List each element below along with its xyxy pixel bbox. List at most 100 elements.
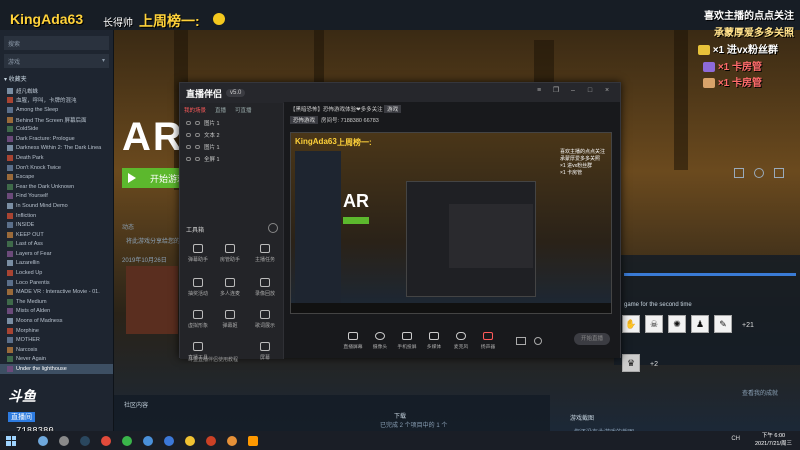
system-clock[interactable]: 下午 6:00 2021/7/21/周三 <box>755 432 792 448</box>
tab-available[interactable]: 可直播 <box>235 106 252 114</box>
game-list-item[interactable]: Loco Parentis <box>0 278 113 288</box>
lock-icon[interactable] <box>195 145 200 149</box>
game-list-item[interactable]: In Sound Mind Demo <box>0 201 113 211</box>
app-icon[interactable] <box>143 435 153 446</box>
source-item[interactable]: 图片 1 <box>180 117 283 129</box>
favorite-icon[interactable] <box>774 168 784 178</box>
wechat-icon[interactable] <box>122 435 132 446</box>
achievement-icon[interactable]: ✋ <box>622 315 640 333</box>
game-list-item[interactable]: Fear the Dark Unknown <box>0 182 113 192</box>
game-list-item[interactable]: Infliction <box>0 211 113 221</box>
window-maximize-icon[interactable]: □ <box>586 87 594 95</box>
tool-lyrics[interactable]: 歌词展示 <box>250 310 280 329</box>
menu-icon[interactable]: ≡ <box>535 87 543 95</box>
steam-icon[interactable] <box>80 435 90 446</box>
tool-tasks[interactable]: 主播任务 <box>250 244 280 263</box>
edge-icon[interactable] <box>38 435 48 446</box>
stream-title[interactable]: 【黑暗恐怖】恐怖游戏体验❤多多关注 <box>290 107 383 113</box>
lock-icon[interactable] <box>195 121 200 125</box>
game-list-item[interactable]: Lazarellin <box>0 259 113 269</box>
game-list-item[interactable]: Locked Up <box>0 268 113 278</box>
game-list-item[interactable]: Morphine <box>0 326 113 336</box>
windows-start-icon[interactable] <box>6 435 16 446</box>
game-list-item[interactable]: KEEP OUT <box>0 230 113 240</box>
achievement-more-count-2[interactable]: +2 <box>650 361 658 368</box>
achievement-icon[interactable]: ☠ <box>645 315 663 333</box>
control-microphone[interactable]: 麦克风 <box>448 332 474 350</box>
game-list-item[interactable]: Behind The Screen 屏幕后面 <box>0 115 113 125</box>
stream-category[interactable]: 恐怖游戏 <box>290 116 319 124</box>
tool-danmu-helper[interactable]: 弹幕助手 <box>183 244 213 263</box>
tab-live[interactable]: 直播 <box>215 106 226 114</box>
control-screen[interactable]: 直播屏幕 <box>340 332 366 350</box>
window-minimize-icon[interactable]: – <box>569 87 577 95</box>
source-item[interactable]: 文本 2 <box>180 129 283 141</box>
achievement-view-link[interactable]: 查看我的成就 <box>742 388 778 397</box>
game-list-item[interactable]: Narcosis <box>0 345 113 355</box>
app-icon[interactable] <box>206 435 216 446</box>
app-icon[interactable] <box>59 435 69 446</box>
tool-avatar[interactable]: 虚拟形象 <box>183 310 213 329</box>
control-speaker[interactable]: 扬声器 <box>475 332 501 350</box>
game-list-item[interactable]: MADE VR : Interactive Movie - 01. <box>0 287 113 297</box>
lock-icon[interactable] <box>195 133 200 137</box>
record-icon[interactable] <box>516 337 526 345</box>
app-icon[interactable] <box>164 435 174 446</box>
game-list-item[interactable]: Last of Ass <box>0 240 113 250</box>
close-icon[interactable]: × <box>603 87 611 95</box>
achievement-icon[interactable]: ✺ <box>668 315 686 333</box>
downloads-label[interactable]: 下载 <box>394 411 406 420</box>
game-list-item[interactable]: Layers of Fear <box>0 249 113 259</box>
stream-preview[interactable]: KingAda63 上周榜一: AR 喜欢主播的点点关注 承蒙厚爱多多关照 ×1… <box>290 132 612 314</box>
achievement-icon[interactable]: ✎ <box>714 315 732 333</box>
tool-lottery[interactable]: 抽奖活动 <box>183 278 213 297</box>
app-icon[interactable] <box>101 435 111 446</box>
game-list-item[interactable]: Escape <box>0 172 113 182</box>
game-list-item[interactable]: INSIDE <box>0 220 113 230</box>
game-list-item[interactable]: Under the lighthouse <box>0 364 113 374</box>
game-list-item[interactable]: Moons of Madness <box>0 316 113 326</box>
game-list-item[interactable]: Death Park <box>0 153 113 163</box>
source-item[interactable]: 全屏 1 <box>180 153 283 165</box>
visibility-icon[interactable] <box>186 121 191 125</box>
visibility-icon[interactable] <box>186 157 191 161</box>
toolbox-settings-icon[interactable] <box>268 223 278 233</box>
game-list-item[interactable]: MOTHER <box>0 335 113 345</box>
game-list-item[interactable]: 超凡蜘蛛 <box>0 86 113 96</box>
game-list-item[interactable]: Find Yourself <box>0 192 113 202</box>
achievement-more-count[interactable]: +21 <box>742 322 754 329</box>
tab-my-scenes[interactable]: 我的场景 <box>184 106 206 114</box>
settings-icon[interactable] <box>534 337 542 345</box>
library-filter[interactable]: 游戏 ▾ <box>4 54 109 68</box>
achievement-icon[interactable]: ♟ <box>691 315 709 333</box>
visibility-icon[interactable] <box>186 133 191 137</box>
start-live-button[interactable]: 开始直播 <box>574 333 610 345</box>
window-restore-icon[interactable]: ❐ <box>552 87 560 95</box>
game-list-item[interactable]: Never Again <box>0 355 113 365</box>
tutorial-link[interactable]: 斗鱼直播伴侣使用教程 <box>188 356 238 363</box>
control-phone-cast[interactable]: 手机投屏 <box>394 332 420 350</box>
visibility-icon[interactable] <box>186 145 191 149</box>
lock-icon[interactable] <box>195 157 200 161</box>
input-method-indicator[interactable]: CH <box>731 436 740 442</box>
achievement-medal-icon[interactable]: ♛ <box>622 354 640 372</box>
game-list-item[interactable]: Dark Fracture: Prologue <box>0 134 113 144</box>
control-camera[interactable]: 摄像头 <box>367 332 393 350</box>
source-item[interactable]: 图片 1 <box>180 141 283 153</box>
info-icon[interactable] <box>754 168 764 178</box>
game-list-item[interactable]: ColdSide <box>0 124 113 134</box>
tool-screen[interactable]: 屏幕 <box>250 342 280 361</box>
news-thumbnail[interactable] <box>126 266 178 334</box>
game-list-item[interactable]: 血腥，呼叫，卡牌的混沌 <box>0 96 113 106</box>
settings-gear-icon[interactable] <box>734 168 744 178</box>
tool-danmu-ji[interactable]: 弹幕姬 <box>215 310 245 329</box>
app-icon[interactable] <box>227 435 237 446</box>
collection-header[interactable]: ▾ 收藏夹 <box>4 74 109 83</box>
game-list-item[interactable]: Mists of Alden <box>0 307 113 317</box>
game-list-item[interactable]: The Medium <box>0 297 113 307</box>
tool-replay[interactable]: 录像回放 <box>250 278 280 297</box>
game-list-item[interactable]: Darkness Within 2: The Dark Linea <box>0 144 113 154</box>
game-list-item[interactable]: Don't Knock Twice <box>0 163 113 173</box>
tool-room-admin[interactable]: 房管助手 <box>215 244 245 263</box>
companion-taskbar-icon[interactable] <box>248 435 258 446</box>
